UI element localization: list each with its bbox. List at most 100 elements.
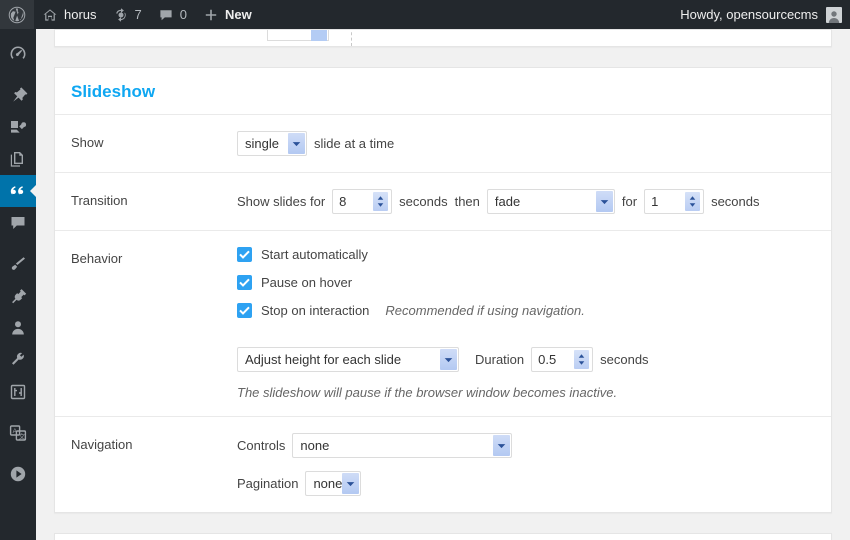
checkbox-row-pause-on-hover: Pause on hover bbox=[237, 275, 815, 291]
site-name-menu[interactable]: horus bbox=[34, 0, 105, 29]
updates-count: 7 bbox=[134, 7, 142, 22]
sidebar-item-tools[interactable] bbox=[0, 344, 36, 376]
stop-on-interaction-hint: Recommended if using navigation. bbox=[385, 303, 585, 319]
pagination-label: Pagination bbox=[237, 476, 299, 492]
dashboard-icon bbox=[8, 44, 28, 64]
media-icon bbox=[8, 117, 28, 137]
transition-prefix-label: Show slides for bbox=[237, 194, 326, 210]
wordpress-logo-button[interactable] bbox=[0, 0, 34, 29]
slide-duration-input[interactable]: 8 bbox=[332, 189, 393, 215]
controls-line: Controls none bbox=[237, 433, 815, 459]
transition-controls: Show slides for 8 seconds then fade for … bbox=[237, 189, 815, 215]
chevron-down-icon bbox=[311, 30, 327, 41]
admin-sidebar-menu: A 文 bbox=[0, 29, 36, 540]
height-duration-input[interactable]: 0.5 bbox=[531, 347, 594, 373]
avatar bbox=[826, 6, 842, 23]
wordpress-logo-icon bbox=[8, 6, 26, 24]
svg-text:文: 文 bbox=[19, 431, 26, 440]
partial-row bbox=[55, 30, 831, 46]
pages-icon bbox=[8, 149, 28, 169]
partial-divider bbox=[351, 30, 352, 46]
behavior-spacer bbox=[237, 331, 815, 347]
pin-posts-icon bbox=[8, 85, 28, 105]
quote-slideshow-icon bbox=[8, 181, 28, 201]
pagination-line: Pagination none bbox=[237, 471, 815, 497]
controls-label: Controls bbox=[237, 438, 286, 454]
my-account-menu[interactable]: Howdy, opensourcecms bbox=[672, 0, 850, 29]
new-content-label: New bbox=[225, 7, 252, 22]
main-content: Slideshow Show single slide at a time Tr… bbox=[36, 29, 850, 540]
start-automatically-checkbox[interactable] bbox=[237, 247, 252, 263]
comment-bubble-icon bbox=[158, 7, 174, 23]
checkbox-row-stop-on-interaction: Stop on interaction Recommended if using… bbox=[237, 303, 815, 319]
chevron-down-icon bbox=[595, 191, 613, 213]
settings-sliders-icon bbox=[8, 382, 28, 402]
show-label: Show bbox=[71, 135, 104, 151]
sidebar-item-comments[interactable] bbox=[0, 207, 36, 239]
sidebar-item-users[interactable] bbox=[0, 312, 36, 344]
slideshow-panel-header: Slideshow bbox=[55, 68, 831, 116]
spinner-arrows-icon[interactable] bbox=[373, 192, 389, 212]
spinner-arrows-icon[interactable] bbox=[574, 350, 590, 370]
stop-on-interaction-label[interactable]: Stop on interaction bbox=[261, 303, 369, 318]
sidebar-item-appearance[interactable] bbox=[0, 248, 36, 280]
pause-on-hover-label[interactable]: Pause on hover bbox=[261, 275, 352, 290]
home-icon bbox=[42, 7, 58, 23]
behavior-controls: Start automatically Pause on hover Stop … bbox=[237, 247, 815, 400]
chevron-down-icon bbox=[493, 435, 511, 457]
height-adjust-select[interactable]: Adjust height for each slide bbox=[237, 347, 459, 373]
pause-on-hover-checkbox[interactable] bbox=[237, 275, 252, 291]
howdy-label: Howdy, opensourcecms bbox=[680, 7, 818, 22]
transition-effect-select[interactable]: fade bbox=[486, 189, 615, 215]
navigation-controls: Controls none Pagination none bbox=[237, 433, 815, 497]
transition-for-label: for bbox=[621, 194, 638, 210]
spinner-arrows-icon[interactable] bbox=[685, 192, 701, 212]
users-icon bbox=[8, 318, 28, 338]
field-row-navigation: Navigation Controls none Pagination none bbox=[55, 417, 831, 512]
sidebar-item-slideshow[interactable] bbox=[0, 175, 36, 207]
page-title: Slideshow bbox=[71, 82, 156, 101]
sidebar-item-pages[interactable] bbox=[0, 143, 36, 175]
partial-button-1[interactable] bbox=[369, 29, 431, 30]
start-automatically-label[interactable]: Start automatically bbox=[261, 247, 368, 262]
chevron-down-icon bbox=[288, 133, 305, 155]
behavior-label: Behavior bbox=[71, 251, 123, 267]
new-content-menu[interactable]: New bbox=[195, 0, 260, 29]
height-duration-unit-label: seconds bbox=[600, 352, 649, 368]
current-menu-arrow bbox=[30, 185, 36, 197]
partial-button-2[interactable] bbox=[671, 29, 747, 30]
transition-middle-label: then bbox=[454, 194, 480, 210]
updates-menu[interactable]: 7 bbox=[105, 0, 150, 29]
sidebar-item-plugins[interactable] bbox=[0, 280, 36, 312]
sidebar-item-settings[interactable] bbox=[0, 376, 36, 408]
transition-unit-1-label: seconds bbox=[399, 194, 448, 210]
sidebar-item-collapse-menu[interactable] bbox=[0, 458, 36, 490]
admin-bar: horus 7 0 New Howdy, opensourcecms bbox=[0, 0, 850, 29]
sidebar-item-posts[interactable] bbox=[0, 79, 36, 111]
sidebar-item-media[interactable] bbox=[0, 111, 36, 143]
comment-bubble-icon bbox=[8, 213, 28, 233]
sidebar-item-translate[interactable]: A 文 bbox=[0, 417, 36, 449]
pagination-select[interactable]: none bbox=[305, 471, 362, 497]
menu-spacer-top bbox=[0, 29, 36, 38]
fields-panel: Fields bbox=[54, 533, 832, 540]
appearance-brush-icon bbox=[8, 254, 28, 274]
transition-unit-2-label: seconds bbox=[711, 194, 760, 210]
partial-select[interactable] bbox=[267, 30, 329, 41]
controls-select[interactable]: none bbox=[292, 433, 513, 459]
comments-menu[interactable]: 0 bbox=[150, 0, 195, 29]
previous-panel-partial bbox=[54, 29, 832, 47]
chevron-down-icon bbox=[342, 473, 360, 495]
sidebar-item-dashboard[interactable] bbox=[0, 38, 36, 70]
navigation-label: Navigation bbox=[71, 437, 133, 453]
menu-spacer-3 bbox=[0, 408, 36, 417]
behavior-note: The slideshow will pause if the browser … bbox=[237, 385, 618, 401]
transition-duration-input[interactable]: 1 bbox=[644, 189, 705, 215]
controls-select-value: none bbox=[300, 438, 330, 454]
stop-on-interaction-checkbox[interactable] bbox=[237, 303, 252, 319]
tools-wrench-icon bbox=[8, 350, 28, 370]
slideshow-panel: Slideshow Show single slide at a time Tr… bbox=[54, 67, 832, 514]
show-select[interactable]: single bbox=[237, 131, 307, 157]
checkbox-row-start-automatically: Start automatically bbox=[237, 247, 815, 263]
transition-label: Transition bbox=[71, 193, 128, 209]
